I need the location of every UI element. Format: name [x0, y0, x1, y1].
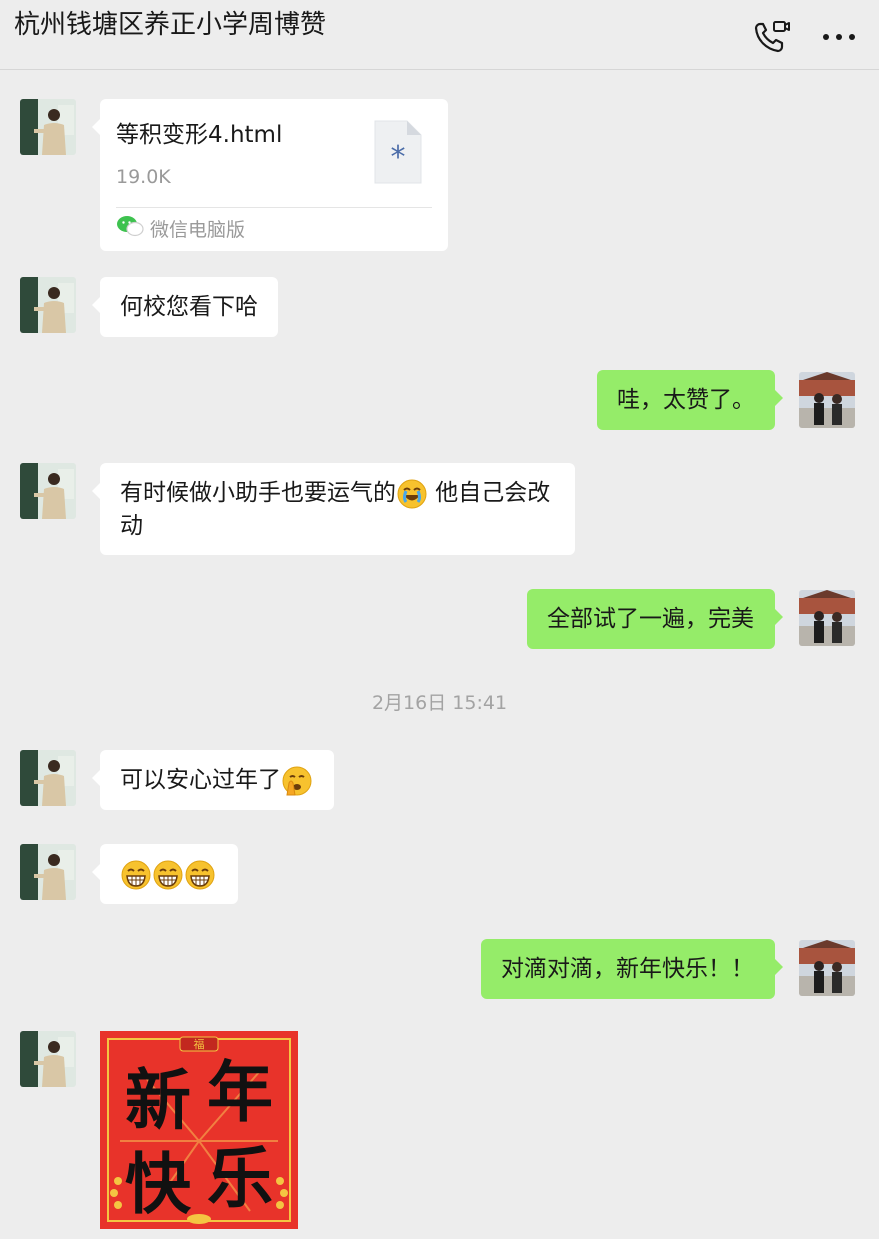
svg-text:*: * [391, 140, 406, 175]
sticker-char-1: 新 [125, 1061, 191, 1139]
incoming-message-bubble[interactable]: 可以安心过年了 [92, 750, 334, 810]
self-avatar[interactable] [799, 590, 855, 646]
contact-avatar[interactable] [20, 99, 76, 155]
file-name: 等积变形4.html [116, 122, 283, 148]
sticker-char-2: 年 [207, 1053, 273, 1131]
self-avatar[interactable] [799, 372, 855, 428]
phone-video-icon[interactable] [752, 18, 792, 56]
chat-header: 杭州钱塘区养正小学周博赞 [0, 0, 879, 70]
file-source-label: 微信电脑版 [150, 219, 246, 241]
file-type-icon: * [373, 119, 423, 185]
message-text: 哇，太赞了。 [617, 387, 755, 413]
sticker-char-4: 乐 [207, 1139, 273, 1217]
outgoing-message-bubble[interactable]: 哇，太赞了。 [597, 370, 783, 430]
file-divider [116, 207, 432, 208]
message-text: 对滴对滴，新年快乐！！ [501, 956, 754, 982]
incoming-message-bubble[interactable] [92, 844, 238, 904]
message-timestamp: 2月16日 15:41 [371, 692, 508, 714]
outgoing-message-bubble[interactable]: 全部试了一遍，完美 [527, 589, 783, 649]
contact-avatar[interactable] [20, 1031, 76, 1087]
message-text: 何校您看下哈 [120, 294, 258, 320]
contact-avatar[interactable] [20, 463, 76, 519]
more-dots-icon[interactable] [820, 22, 860, 52]
grin-emoji [120, 859, 152, 891]
file-source: 微信电脑版 [116, 215, 245, 245]
message-text: 全部试了一遍，完美 [547, 606, 754, 632]
new-year-sticker[interactable]: 福 新 年 快 乐 [100, 1031, 298, 1229]
self-avatar[interactable] [799, 940, 855, 996]
incoming-message-bubble[interactable]: 何校您看下哈 [92, 277, 278, 337]
contact-avatar[interactable] [20, 277, 76, 333]
grin-emoji [184, 859, 216, 891]
incoming-message-bubble[interactable]: 有时候做小助手也要运气的 他自己会改动 [92, 463, 575, 555]
file-size: 19.0K [116, 166, 171, 188]
message-text: 有时候做小助手也要运气的 [120, 480, 396, 506]
grin-emoji [152, 859, 184, 891]
contact-avatar[interactable] [20, 750, 76, 806]
wechat-icon [116, 214, 144, 246]
sticker-char-3: 快 [125, 1145, 192, 1223]
shush-emoji [281, 765, 313, 797]
sweat-laugh-emoji [396, 478, 428, 510]
message-text: 可以安心过年了 [120, 767, 281, 793]
sticker-top-text: 福 [194, 1037, 205, 1051]
contact-avatar[interactable] [20, 844, 76, 900]
outgoing-message-bubble[interactable]: 对滴对滴，新年快乐！！ [481, 939, 783, 999]
chat-title: 杭州钱塘区养正小学周博赞 [14, 10, 327, 40]
chat-window: 杭州钱塘区养正小学周博赞 等积变形4.html 19.0K * 微信电脑版 何校… [0, 0, 879, 1239]
file-message-bubble[interactable]: 等积变形4.html 19.0K * 微信电脑版 [92, 99, 448, 251]
